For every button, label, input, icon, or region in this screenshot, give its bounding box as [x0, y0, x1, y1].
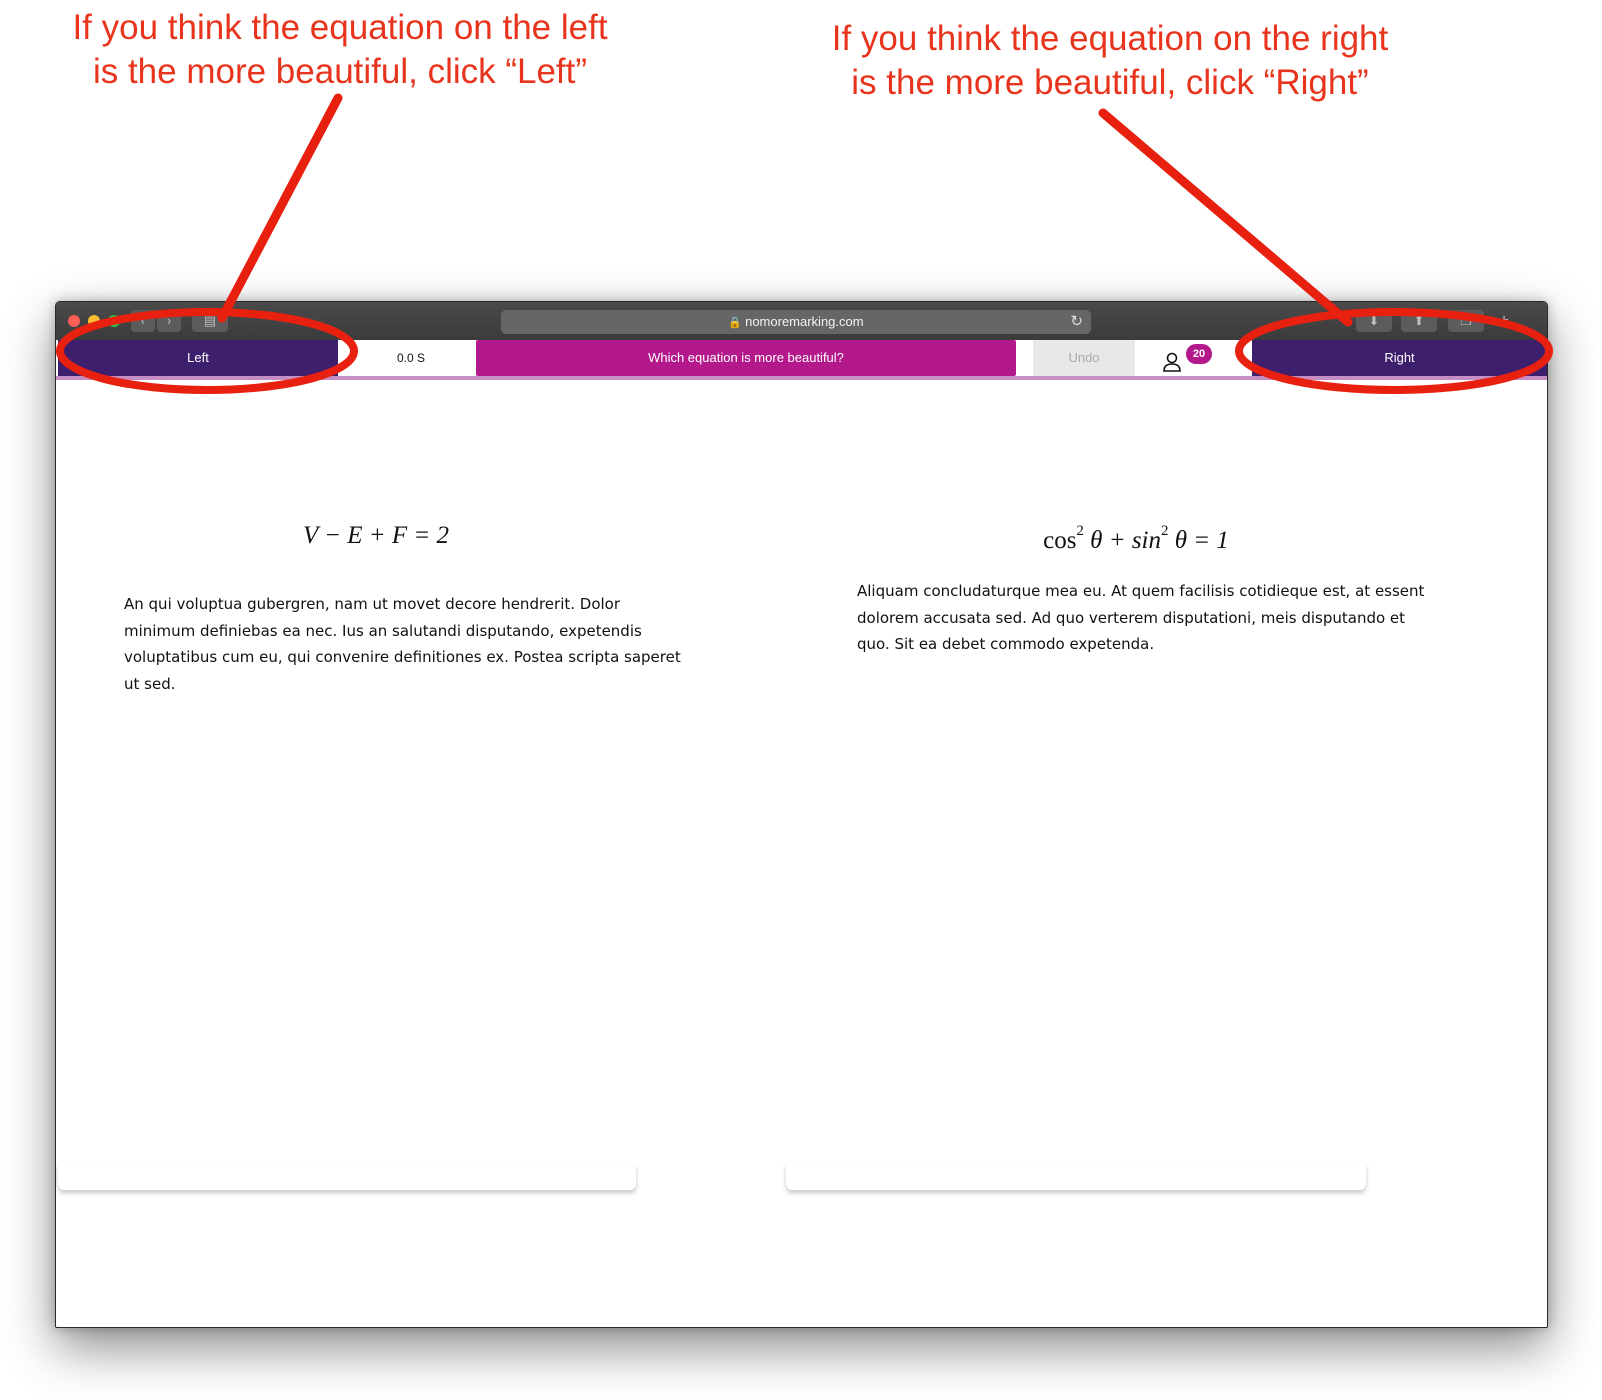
close-window-icon[interactable] — [68, 315, 80, 327]
left-instruction-callout: If you think the equation on the left is… — [40, 6, 640, 94]
right-button[interactable]: Right — [1252, 340, 1547, 376]
left-card-bottom — [58, 1164, 636, 1190]
comparison-toolbar: Left 0.0 S Which equation is more beauti… — [56, 340, 1547, 380]
right-card-bottom — [786, 1164, 1366, 1190]
undo-button[interactable]: Undo — [1033, 340, 1135, 376]
left-description: An qui voluptua gubergren, nam ut movet … — [124, 595, 681, 693]
equation-superscript: 2 — [1161, 523, 1169, 539]
equation-superscript: 2 — [1076, 523, 1084, 539]
right-annotation-arrow — [1098, 108, 1353, 327]
browser-titlebar: ‹ › ▤ 🔒 nomoremarking.com ↻ ⬇ ⬆ ❐ + — [56, 302, 1547, 340]
callout-line: If you think the equation on the left — [72, 8, 608, 47]
question-banner: Which equation is more beautiful? — [476, 340, 1016, 376]
right-instruction-callout: If you think the equation on the right i… — [790, 17, 1430, 105]
left-button[interactable]: Left — [58, 340, 338, 376]
address-bar[interactable]: 🔒 nomoremarking.com ↻ — [501, 310, 1091, 334]
reload-icon[interactable]: ↻ — [1070, 310, 1083, 334]
share-icon[interactable]: ⬆ — [1401, 310, 1437, 332]
user-icon — [1163, 352, 1181, 372]
lock-icon: 🔒 — [728, 317, 743, 329]
left-equation: V − E + F = 2 — [303, 522, 449, 549]
timer: 0.0 S — [396, 351, 426, 365]
equation-text: θ = 1 — [1168, 527, 1229, 554]
downloads-icon[interactable]: ⬇ — [1356, 310, 1392, 332]
minimize-window-icon[interactable] — [88, 315, 100, 327]
right-description: Aliquam concludaturque mea eu. At quem f… — [857, 582, 1425, 653]
zoom-window-icon[interactable] — [108, 315, 120, 327]
callout-line: is the more beautiful, click “Right” — [851, 63, 1369, 102]
browser-window: ‹ › ▤ 🔒 nomoremarking.com ↻ ⬇ ⬆ ❐ + Left … — [55, 301, 1548, 1328]
forward-button[interactable]: › — [157, 310, 181, 332]
new-tab-icon[interactable]: + — [1492, 310, 1516, 332]
user-count-badge: 20 — [1186, 344, 1212, 364]
right-equation: cos2 θ + sin2 θ = 1 — [986, 523, 1286, 555]
url-text: nomoremarking.com — [745, 314, 864, 329]
equation-text: cos — [1043, 527, 1077, 554]
tabs-overview-icon[interactable]: ❐ — [1448, 310, 1484, 332]
equation-text: θ + sin — [1083, 527, 1161, 554]
sidebar-icon[interactable]: ▤ — [192, 310, 228, 332]
callout-line: is the more beautiful, click “Left” — [92, 52, 588, 91]
user-menu[interactable]: 20 — [1156, 342, 1226, 376]
back-button[interactable]: ‹ — [131, 310, 155, 332]
left-annotation-arrow — [217, 93, 343, 323]
callout-line: If you think the equation on the right — [831, 19, 1389, 58]
